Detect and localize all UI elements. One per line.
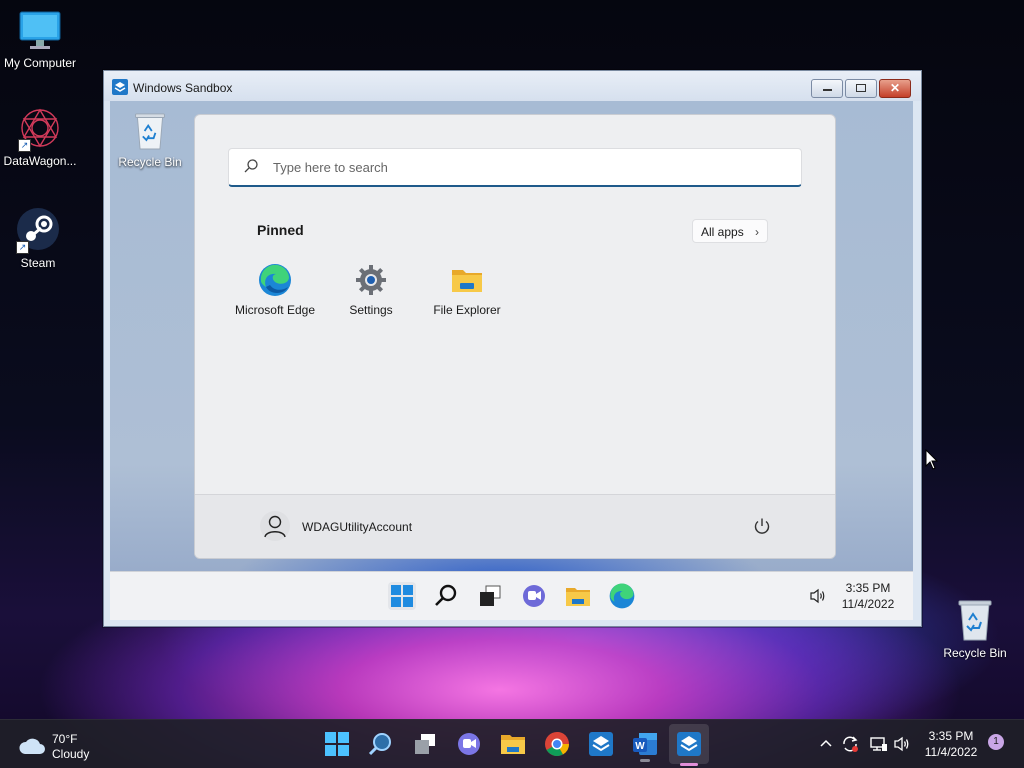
sandbox-taskbar: 3:35 PM 11/4/2022	[110, 571, 913, 620]
edge-icon[interactable]	[608, 582, 636, 610]
sandbox-window[interactable]: Windows Sandbox ✕ Recycle Bin Type here …	[103, 70, 922, 627]
desktop-icon-recycle-bin[interactable]: Recycle Bin	[935, 598, 1015, 660]
desktop-icon-my-computer[interactable]: My Computer	[0, 10, 80, 70]
task-view-icon[interactable]	[476, 582, 504, 610]
taskbar-search-icon[interactable]	[367, 730, 395, 758]
start-button[interactable]	[388, 582, 416, 610]
sandbox-app-icon	[112, 79, 128, 95]
maximize-button[interactable]	[845, 79, 877, 98]
desktop-icon-steam[interactable]: ↗ Steam	[0, 206, 78, 270]
cloud-icon	[19, 738, 45, 754]
svg-text:W: W	[635, 741, 645, 752]
teams-chat-icon[interactable]	[455, 730, 483, 758]
sandbox-app-icon	[589, 732, 613, 756]
close-icon: ✕	[889, 81, 901, 95]
close-button[interactable]: ✕	[879, 79, 911, 98]
mouse-cursor-icon	[925, 449, 939, 470]
sandbox-desktop-icon-recycle-bin[interactable]: Recycle Bin	[114, 111, 186, 169]
weather-temperature: 70°F	[52, 732, 78, 746]
sandbox-titlebar[interactable]: Windows Sandbox ✕	[104, 71, 921, 101]
pinned-app-label: File Explorer	[433, 303, 501, 317]
sync-icon[interactable]	[840, 734, 860, 754]
desktop-icon-datawagon[interactable]: ↗ DataWagon...	[0, 106, 80, 168]
clock-date: 11/4/2022	[841, 597, 895, 611]
clock-time: 3:35 PM	[928, 729, 974, 743]
active-indicator	[680, 763, 698, 766]
minimize-icon	[822, 89, 832, 91]
folder-icon	[452, 270, 482, 292]
start-search-box[interactable]	[228, 148, 802, 187]
sandbox-app-icon	[677, 732, 701, 756]
host-clock[interactable]: 3:35 PM 11/4/2022	[920, 728, 982, 760]
recycle-bin-icon	[958, 600, 992, 641]
sandbox-taskbar-button[interactable]	[587, 730, 615, 758]
shortcut-arrow-icon: ↗	[16, 241, 29, 254]
start-menu-footer: WDAGUtilityAccount	[195, 494, 835, 558]
network-icon[interactable]	[868, 734, 888, 754]
sandbox-active-taskbar-button[interactable]	[675, 730, 703, 758]
pinned-app-label: Microsoft Edge	[234, 303, 316, 317]
desktop-icon-label: Recycle Bin	[943, 646, 1007, 660]
window-title: Windows Sandbox	[133, 81, 233, 95]
gear-icon	[356, 265, 386, 295]
chevron-right-icon: ›	[755, 225, 759, 239]
sandbox-clock[interactable]: 3:35 PM 11/4/2022	[840, 580, 896, 612]
minimize-button[interactable]	[811, 79, 843, 98]
search-input[interactable]	[271, 156, 775, 178]
pinned-app-file-explorer[interactable]: File Explorer	[419, 263, 515, 317]
desktop-icon-label: Recycle Bin	[118, 155, 182, 169]
clock-time: 3:35 PM	[845, 581, 891, 595]
weather-description: Cloudy	[52, 747, 90, 761]
clock-date: 11/4/2022	[924, 745, 978, 759]
running-indicator	[640, 759, 650, 762]
chrome-icon[interactable]	[543, 730, 571, 758]
file-explorer-icon[interactable]	[564, 582, 592, 610]
monitor-icon	[19, 11, 61, 49]
all-apps-button[interactable]: All apps ›	[692, 219, 768, 243]
host-taskbar: 70°F Cloudy W 3:35 PM 11/4/2022 1	[0, 719, 1024, 768]
show-hidden-icons-chevron-up-icon[interactable]	[816, 734, 836, 754]
start-button[interactable]	[323, 730, 351, 758]
word-icon: W	[633, 733, 657, 755]
desktop-icon-label: My Computer	[3, 56, 77, 70]
pinned-app-settings[interactable]: Settings	[323, 263, 419, 317]
pinned-app-edge[interactable]: Microsoft Edge	[227, 263, 323, 317]
all-apps-label: All apps	[701, 225, 744, 239]
restore-icon	[856, 84, 866, 92]
teams-chat-icon[interactable]	[520, 582, 548, 610]
recycle-bin-icon	[135, 113, 165, 150]
volume-icon[interactable]	[808, 586, 828, 606]
user-name: WDAGUtilityAccount	[302, 520, 413, 534]
sandbox-desktop: Recycle Bin Pinned All apps ›	[110, 101, 913, 620]
word-taskbar-button[interactable]: W	[631, 730, 659, 762]
edge-icon	[259, 264, 291, 296]
pinned-app-label: Settings	[349, 303, 393, 317]
desktop-icon-label: DataWagon...	[3, 154, 77, 168]
file-explorer-icon[interactable]	[499, 730, 527, 758]
power-button[interactable]	[753, 517, 771, 535]
task-view-icon[interactable]	[411, 730, 439, 758]
pinned-heading: Pinned	[257, 222, 304, 238]
start-menu: Pinned All apps › Microsoft Edge	[194, 114, 836, 559]
search-icon	[244, 159, 258, 173]
taskbar-search-icon[interactable]	[432, 582, 460, 610]
shortcut-arrow-icon: ↗	[18, 139, 31, 152]
volume-icon[interactable]	[892, 734, 912, 754]
desktop-icon-label: Steam	[20, 256, 56, 270]
notification-badge[interactable]: 1	[988, 734, 1004, 750]
user-avatar-icon	[260, 511, 290, 541]
